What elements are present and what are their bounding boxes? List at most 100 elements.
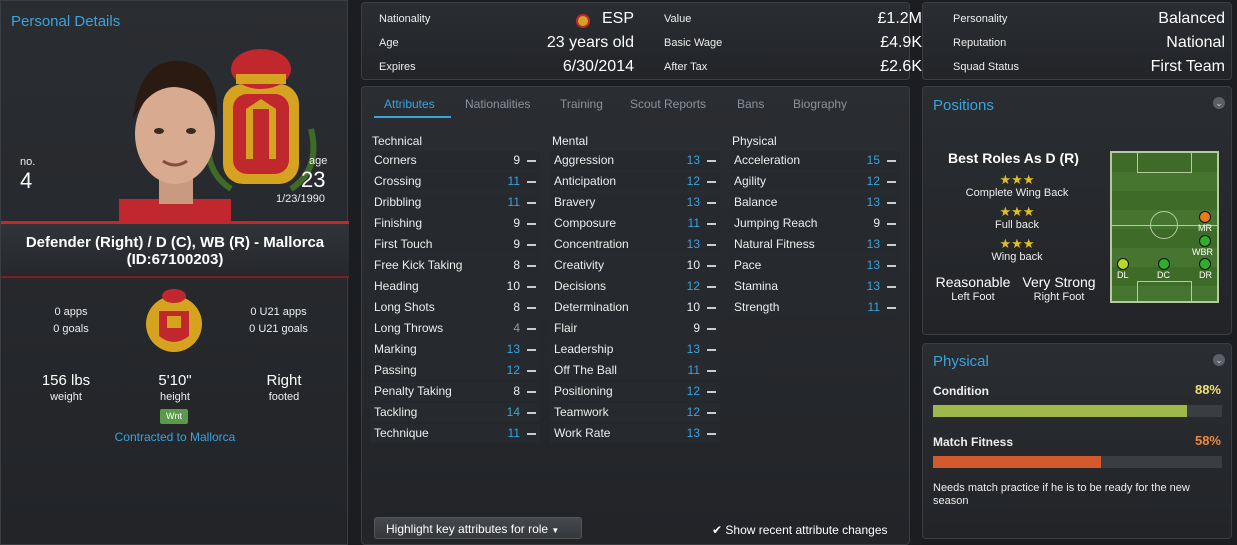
- attribute-name: Off The Ball: [554, 363, 617, 377]
- attribute-name: Technique: [374, 426, 429, 440]
- attribute-row: Decisions 12: [550, 277, 720, 296]
- highlight-key-attributes-button[interactable]: Highlight key attributes for role ▼: [374, 517, 582, 539]
- attribute-row: Off The Ball 11: [550, 361, 720, 380]
- trend-dash-icon: [527, 349, 536, 351]
- age-label: age: [309, 155, 328, 167]
- attribute-value: 14: [506, 405, 520, 419]
- attribute-name: Penalty Taking: [374, 384, 452, 398]
- attribute-name: Bravery: [554, 195, 596, 209]
- collapse-icon[interactable]: ⌄: [1213, 97, 1225, 109]
- left-foot-label: Left Foot: [951, 291, 995, 303]
- trend-dash-icon: [887, 223, 896, 225]
- trend-dash-icon: [887, 181, 896, 183]
- star-rating: ★★★: [999, 172, 1035, 187]
- attribute-name: Acceleration: [734, 153, 801, 167]
- caret-down-icon: ▼: [551, 526, 560, 535]
- attribute-value: 8: [513, 300, 520, 314]
- attribute-name: Decisions: [554, 279, 607, 293]
- trend-dash-icon: [707, 307, 716, 309]
- tab-scout-reports[interactable]: Scout Reports: [630, 97, 706, 111]
- attribute-row: Flair 9: [550, 319, 720, 338]
- position-label: DL: [1117, 270, 1129, 280]
- panel-title: Positions: [933, 97, 994, 114]
- player-positions: Defender (Right) / D (C), WB (R) - Mallo…: [25, 234, 325, 251]
- attribute-value: 13: [686, 237, 700, 251]
- collapse-icon[interactable]: ⌄: [1213, 354, 1225, 366]
- attribute-name: Determination: [554, 300, 629, 314]
- attribute-value: 10: [506, 279, 520, 293]
- tab-attributes[interactable]: Attributes: [384, 97, 435, 111]
- trend-dash-icon: [707, 328, 716, 330]
- centre-circle: [1150, 211, 1178, 239]
- attribute-value: 12: [686, 279, 700, 293]
- tab-bans[interactable]: Bans: [737, 97, 764, 111]
- attribute-row: Aggression 13: [550, 151, 720, 170]
- age-value: 23: [301, 167, 326, 192]
- physical-header: Physical: [732, 134, 777, 148]
- attribute-row: Long Shots 8: [370, 298, 540, 317]
- info-row-wage: Basic Wage £4.9K: [664, 34, 922, 59]
- star-rating: ★★★: [999, 236, 1035, 251]
- best-roles-title: Best Roles As D (R): [948, 150, 1079, 166]
- pitch-diagram: MR WBR DL DC DR: [1110, 151, 1219, 303]
- attribute-row: Free Kick Taking 8: [370, 256, 540, 275]
- star-rating: ★★★: [999, 204, 1035, 219]
- attribute-row: Penalty Taking 8: [370, 382, 540, 401]
- tab-training[interactable]: Training: [560, 97, 603, 111]
- attribute-value: 11: [867, 300, 880, 314]
- attribute-row: Crossing 11: [370, 172, 540, 191]
- trend-dash-icon: [707, 202, 716, 204]
- show-changes-checkbox[interactable]: ✔ Show recent attribute changes: [712, 523, 888, 537]
- attribute-row: Natural Fitness 13: [730, 235, 900, 254]
- panel-title: Personal Details: [11, 13, 121, 30]
- attribute-row: Dribbling 11: [370, 193, 540, 212]
- attribute-value: 8: [513, 258, 520, 272]
- attribute-value: 12: [686, 384, 700, 398]
- player-photo: [119, 60, 231, 224]
- label: After Tax: [664, 61, 708, 73]
- trend-dash-icon: [887, 265, 896, 267]
- number-label: no.: [20, 156, 36, 168]
- flag-icon: [576, 14, 590, 28]
- attribute-name: Leadership: [554, 342, 614, 356]
- attribute-value: 12: [686, 405, 700, 419]
- label: Reputation: [953, 37, 1007, 49]
- attribute-value: 9: [513, 153, 520, 167]
- attribute-row: Acceleration 15: [730, 151, 900, 170]
- attribute-value: 11: [507, 174, 520, 188]
- trend-dash-icon: [707, 265, 716, 267]
- attribute-name: Heading: [374, 279, 419, 293]
- attribute-row: Agility 12: [730, 172, 900, 191]
- checkbox-label: Show recent attribute changes: [725, 523, 888, 537]
- trend-dash-icon: [527, 223, 536, 225]
- role-label: Complete Wing Back: [965, 187, 1069, 199]
- tab-nationalities[interactable]: Nationalities: [465, 97, 530, 111]
- attribute-value: 13: [866, 237, 880, 251]
- positions-panel: Positions ⌄ Best Roles As D (R) ★★★ Comp…: [922, 86, 1232, 335]
- attribute-name: Long Throws: [374, 321, 444, 335]
- contract-link[interactable]: Contracted to Mallorca: [81, 430, 269, 444]
- attribute-name: Passing: [374, 363, 417, 377]
- attribute-row: Marking 13: [370, 340, 540, 359]
- attribute-row: Anticipation 12: [550, 172, 720, 191]
- attribute-value: 13: [866, 195, 880, 209]
- attribute-name: Finishing: [374, 216, 423, 230]
- label: Personality: [953, 13, 1008, 25]
- age-value: 23 years old: [546, 34, 634, 51]
- position-label: WBR: [1192, 247, 1213, 257]
- attribute-value: 12: [506, 363, 520, 377]
- trend-dash-icon: [707, 181, 716, 183]
- weight-value: 156 lbs: [41, 372, 91, 389]
- fitness-label: Match Fitness: [933, 435, 1014, 449]
- label: Value: [664, 13, 692, 25]
- attribute-name: Free Kick Taking: [374, 258, 463, 272]
- info-row-squad: Squad Status First Team: [953, 58, 1225, 83]
- tab-biography[interactable]: Biography: [793, 97, 847, 111]
- condition-value: 88%: [1194, 382, 1221, 397]
- trend-dash-icon: [707, 244, 716, 246]
- attribute-row: Positioning 12: [550, 382, 720, 401]
- info-row-value: Value £1.2M: [664, 10, 922, 35]
- attributes-panel: Attributes Nationalities Training Scout …: [361, 86, 910, 545]
- attribute-name: Pace: [734, 258, 762, 272]
- aftertax-value: £2.6K: [880, 58, 922, 75]
